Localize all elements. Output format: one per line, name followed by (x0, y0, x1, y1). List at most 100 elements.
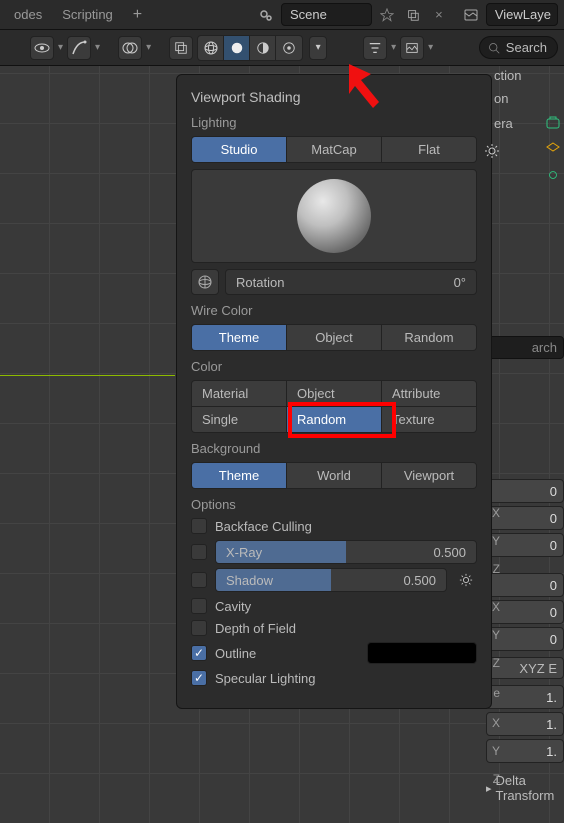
lighting-studio-button[interactable]: Studio (192, 137, 287, 162)
specular-checkbox[interactable] (191, 670, 207, 686)
wirecolor-section-label: Wire Color (191, 303, 477, 318)
overlay-toggle[interactable] (118, 36, 142, 60)
shadow-slider-value: 0.500 (403, 573, 436, 588)
studio-light-preview[interactable] (191, 169, 477, 263)
viewlayer-icon[interactable] (460, 4, 482, 26)
axis-label: Y (492, 744, 500, 758)
outliner-item[interactable] (492, 162, 564, 188)
cavity-checkbox[interactable] (191, 598, 207, 614)
background-viewport-button[interactable]: Viewport (382, 463, 476, 488)
mode-label: e (493, 686, 500, 700)
properties-search[interactable]: arch (486, 336, 564, 359)
cavity-label: Cavity (215, 599, 251, 614)
search-placeholder: Search (506, 40, 547, 55)
viewlayer-select[interactable]: ViewLaye (486, 3, 558, 26)
axis-label: Z (493, 562, 500, 576)
rotation-field[interactable]: Rotation 0° (225, 269, 477, 295)
color-material-button[interactable]: Material (192, 381, 287, 407)
background-theme-button[interactable]: Theme (192, 463, 287, 488)
outliner-item[interactable]: ction (492, 64, 564, 87)
rotation-x-input[interactable]: 0 (486, 573, 564, 597)
studio-light-settings-button[interactable] (481, 140, 503, 162)
rotation-value: 0° (454, 275, 466, 290)
pin-scene-icon[interactable] (376, 4, 398, 26)
shading-dropdown-button[interactable]: ▾ (309, 36, 327, 60)
shadow-slider-label: Shadow (226, 573, 273, 588)
preview-sphere (297, 179, 371, 253)
visibility-dropdown[interactable] (30, 36, 54, 60)
lighting-flat-button[interactable]: Flat (382, 137, 476, 162)
outline-color-swatch[interactable] (367, 642, 477, 664)
specular-label: Specular Lighting (215, 671, 315, 686)
backface-culling-checkbox[interactable] (191, 518, 207, 534)
dof-checkbox[interactable] (191, 620, 207, 636)
color-texture-button[interactable]: Texture (382, 407, 476, 432)
location-x-input[interactable]: 0 (486, 479, 564, 503)
xray-slider[interactable]: X-Ray 0.500 (215, 540, 477, 564)
rotation-label: Rotation (236, 275, 284, 290)
xray-checkbox[interactable] (191, 544, 207, 560)
background-world-button[interactable]: World (287, 463, 382, 488)
wirecolor-random-button[interactable]: Random (382, 325, 476, 350)
axis-label: Z (493, 772, 500, 786)
dof-label: Depth of Field (215, 621, 296, 636)
options-section-label: Options (191, 497, 477, 512)
properties-fragment: arch X 0 Y 0 Z 0 X 0 Y 0 Z 0 e XYZ E X 1… (486, 336, 564, 803)
add-workspace-button[interactable]: + (125, 2, 150, 28)
outline-label: Outline (215, 646, 256, 661)
viewport-header: ▾ ▾ ▾ ▾ ▾ ▾ Search (0, 30, 564, 66)
wirecolor-object-button[interactable]: Object (287, 325, 382, 350)
xray-toggle[interactable] (169, 36, 193, 60)
popover-title: Viewport Shading (191, 89, 477, 105)
lighting-mode-row: Studio MatCap Flat (191, 136, 477, 163)
collection-new-icon[interactable] (544, 114, 562, 132)
shading-rendered-button[interactable] (276, 36, 302, 60)
background-row: Theme World Viewport (191, 462, 477, 489)
filter-icon[interactable] (363, 36, 387, 60)
image-display-icon[interactable] (400, 36, 424, 60)
mesh-icon[interactable] (544, 140, 562, 158)
background-section-label: Background (191, 441, 477, 456)
color-mode-grid: Material Object Attribute Single Random … (191, 380, 477, 433)
light-icon[interactable] (544, 166, 562, 184)
shadow-settings-button[interactable] (455, 569, 477, 591)
gizmo-dropdown[interactable] (67, 36, 91, 60)
top-menu-bar: odes Scripting + Scene × ViewLaye (0, 0, 564, 30)
world-space-toggle[interactable] (191, 269, 219, 295)
shading-mode-group (197, 35, 303, 61)
color-section-label: Color (191, 359, 477, 374)
outliner-fragment: ction on era (492, 64, 564, 188)
wirecolor-row: Theme Object Random (191, 324, 477, 351)
outliner-item[interactable]: era (492, 110, 564, 136)
shadow-slider[interactable]: Shadow 0.500 (215, 568, 447, 592)
outline-checkbox[interactable] (191, 645, 207, 661)
workspace-tab[interactable]: odes (6, 3, 50, 26)
xray-slider-label: X-Ray (226, 545, 262, 560)
scene-icon[interactable] (255, 4, 277, 26)
viewport-shading-popover: Viewport Shading Lighting Studio MatCap … (176, 74, 492, 709)
workspace-tab[interactable]: Scripting (54, 3, 121, 26)
axis-label: X (492, 716, 500, 730)
shading-solid-button[interactable] (224, 36, 250, 60)
outliner-search[interactable]: Search (479, 36, 558, 59)
color-random-button[interactable]: Random (287, 407, 382, 432)
xray-slider-value: 0.500 (433, 545, 466, 560)
axis-label: X (492, 506, 500, 520)
wirecolor-theme-button[interactable]: Theme (192, 325, 287, 350)
lighting-section-label: Lighting (191, 115, 477, 130)
color-single-button[interactable]: Single (192, 407, 287, 432)
scene-select[interactable]: Scene (281, 3, 372, 26)
color-attribute-button[interactable]: Attribute (382, 381, 476, 407)
axis-label: Z (493, 656, 500, 670)
color-object-button[interactable]: Object (287, 381, 382, 407)
lighting-matcap-button[interactable]: MatCap (287, 137, 382, 162)
copy-scene-icon[interactable] (402, 4, 424, 26)
shading-wireframe-button[interactable] (198, 36, 224, 60)
axis-label: Y (492, 534, 500, 548)
shadow-checkbox[interactable] (191, 572, 207, 588)
backface-culling-label: Backface Culling (215, 519, 312, 534)
shading-material-button[interactable] (250, 36, 276, 60)
outliner-item[interactable]: on (492, 87, 564, 110)
close-scene-icon[interactable]: × (428, 4, 450, 26)
axis-label: X (492, 600, 500, 614)
